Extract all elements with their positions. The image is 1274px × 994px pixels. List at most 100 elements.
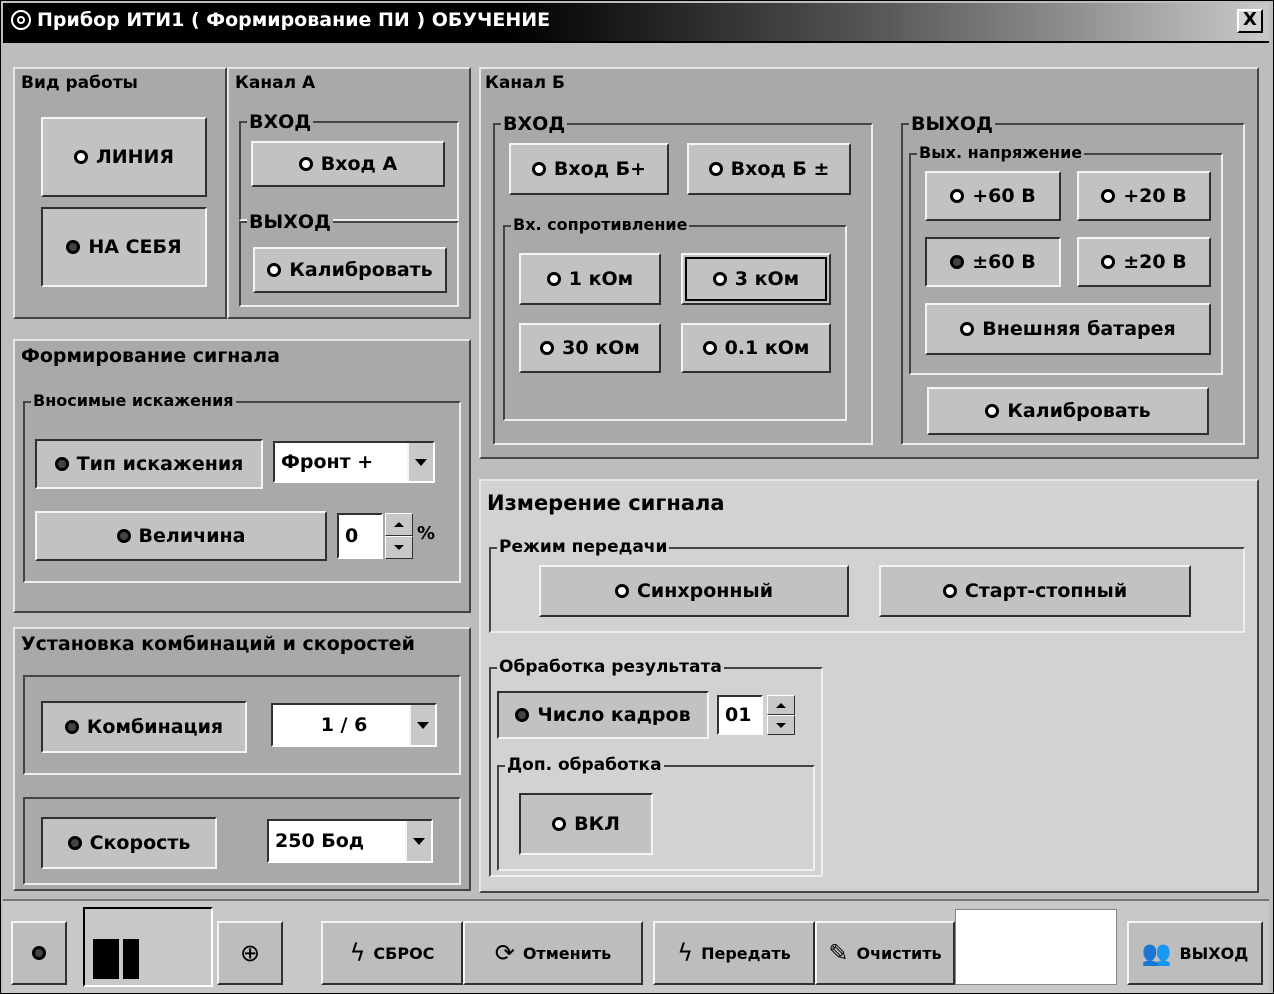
kadry-button[interactable]: Число кадров <box>497 691 709 739</box>
kanal-a-kalibr-button[interactable]: Калибровать <box>253 247 447 293</box>
velichina-input[interactable]: 0 <box>337 513 383 559</box>
app-window: Прибор ИТИ1 ( Формирование ПИ ) ОБУЧЕНИЕ… <box>0 0 1274 994</box>
zoom-button[interactable]: ⊕ <box>217 921 283 985</box>
obrabotka-group: Обработка результата Число кадров 01 Доп… <box>489 657 823 877</box>
indicator-button[interactable] <box>11 921 67 985</box>
kadry-input[interactable]: 01 <box>717 695 763 735</box>
kanal-b-kalibr-button[interactable]: Калибровать <box>927 387 1209 435</box>
skorost-button[interactable]: Скорость <box>41 817 217 869</box>
velichina-label: Величина <box>138 525 246 547</box>
skorost-label: Скорость <box>89 832 191 854</box>
r1-button[interactable]: 1 кОм <box>519 253 661 305</box>
sopr-group: Вх. сопротивление 1 кОм 3 кОм 30 кОм 0.1… <box>503 215 847 421</box>
liniya-button[interactable]: ЛИНИЯ <box>41 117 207 197</box>
window-title: Прибор ИТИ1 ( Формирование ПИ ) ОБУЧЕНИЕ <box>37 9 551 31</box>
vhod-b-plus-label: Вход Б+ <box>553 158 647 180</box>
napr-group: Вых. напряжение +60 В +20 В ±60 В ±20 В … <box>909 143 1223 375</box>
tip-label: Тип искажения <box>76 453 244 475</box>
radio-icon <box>32 946 46 960</box>
sbros-label: СБРОС <box>373 943 435 963</box>
radio-icon <box>960 322 975 336</box>
vhod-b-pm-button[interactable]: Вход Б ± <box>687 143 851 195</box>
vyhod-label: ВЫХОД <box>1179 943 1249 963</box>
spin-up-icon[interactable] <box>385 513 413 536</box>
spin-down-icon[interactable] <box>767 715 795 735</box>
radio-icon <box>552 817 567 831</box>
close-button[interactable]: X <box>1237 9 1263 33</box>
vhod-b-plus-button[interactable]: Вход Б+ <box>509 143 669 195</box>
kanal-b-panel: Канал Б ВХОД Вход Б+ Вход Б ± Вх. сопрот… <box>479 67 1259 459</box>
tip-iskazheniya-select[interactable]: Фронт + <box>273 441 435 483</box>
r01-label: 0.1 кОм <box>724 337 810 359</box>
radio-icon <box>712 272 727 286</box>
vkl-label: ВКЛ <box>574 813 620 835</box>
ochistit-button[interactable]: ✎ Очистить <box>815 921 955 985</box>
vpm60-button[interactable]: ±60 В <box>925 237 1061 287</box>
startstop-label: Старт-стопный <box>964 580 1128 602</box>
rezhim-label: Режим передачи <box>497 537 670 557</box>
kadry-spinner[interactable] <box>767 695 795 735</box>
iskazheniya-group: Вносимые искажения Тип искажения Фронт +… <box>23 391 461 583</box>
vkl-button[interactable]: ВКЛ <box>519 793 653 855</box>
zoom-in-icon: ⊕ <box>239 939 261 967</box>
radio-icon <box>1101 189 1116 203</box>
radio-icon <box>985 404 1000 418</box>
chevron-down-icon[interactable] <box>409 705 435 745</box>
kombinaciya-value: 1 / 6 <box>320 714 368 736</box>
formirovanie-label: Формирование сигнала <box>19 345 282 367</box>
peredat-label: Передать <box>701 943 791 963</box>
izmerenie-panel: Измерение сигнала Режим передачи Синхрон… <box>479 479 1259 893</box>
r30-button[interactable]: 30 кОм <box>519 323 661 373</box>
chevron-down-icon[interactable] <box>407 443 433 481</box>
spin-up-icon[interactable] <box>767 695 795 715</box>
obrabotka-label: Обработка результата <box>497 657 724 677</box>
spin-down-icon[interactable] <box>385 536 413 559</box>
r3-button[interactable]: 3 кОм <box>681 253 831 305</box>
v60-button[interactable]: +60 В <box>925 171 1061 221</box>
kombinaciya-select[interactable]: 1 / 6 <box>271 703 437 747</box>
velichina-spinner[interactable] <box>385 513 413 559</box>
brush-icon: ✎ <box>828 939 849 967</box>
tip-value: Фронт + <box>281 451 374 473</box>
refresh-icon: ⟳ <box>494 939 515 967</box>
izmerenie-label: Измерение сигнала <box>485 491 727 515</box>
radio-icon <box>614 584 629 598</box>
radio-icon <box>66 240 81 254</box>
vpm20-button[interactable]: ±20 В <box>1077 237 1211 287</box>
sync-button[interactable]: Синхронный <box>539 565 849 617</box>
radio-icon <box>702 341 717 355</box>
vyhod-button[interactable]: 👥 ВЫХОД <box>1127 921 1263 985</box>
sync-label: Синхронный <box>636 580 774 602</box>
peredat-button[interactable]: ϟ Передать <box>653 921 815 985</box>
kanal-a-vhod-group: ВХОД Вход А <box>239 111 459 221</box>
sbros-button[interactable]: ϟ СБРОС <box>321 921 463 985</box>
otmenit-button[interactable]: ⟳ Отменить <box>463 921 643 985</box>
skorost-select[interactable]: 250 Бод <box>267 819 433 863</box>
signal-preview <box>83 907 213 987</box>
tip-iskazheniya-button[interactable]: Тип искажения <box>35 439 263 489</box>
radio-icon <box>1101 255 1116 269</box>
kadry-label: Число кадров <box>537 704 691 726</box>
kalibr-label: Калибровать <box>289 259 433 281</box>
na-sebya-label: НА СЕБЯ <box>88 236 182 258</box>
r01-button[interactable]: 0.1 кОм <box>681 323 831 373</box>
lightning-icon: ϟ <box>349 939 366 967</box>
kanal-b-vhod-label: ВХОД <box>501 113 568 135</box>
kanal-a-vyhod-group: ВЫХОД Калибровать <box>239 211 459 307</box>
vid-raboty-label: Вид работы <box>19 73 140 93</box>
velichina-button[interactable]: Величина <box>35 511 327 561</box>
startstop-button[interactable]: Старт-стопный <box>879 565 1191 617</box>
v20-button[interactable]: +20 В <box>1077 171 1211 221</box>
kombinaciya-button[interactable]: Комбинация <box>41 701 247 753</box>
battery-button[interactable]: Внешняя батарея <box>925 303 1211 355</box>
r1-label: 1 кОм <box>568 268 634 290</box>
vhod-a-button[interactable]: Вход А <box>251 141 445 187</box>
kanal-a-vyhod-label: ВЫХОД <box>247 211 333 233</box>
radio-icon <box>531 162 546 176</box>
bars-icon <box>93 939 143 979</box>
chevron-down-icon[interactable] <box>405 821 431 861</box>
sopr-label: Вх. сопротивление <box>511 215 690 234</box>
radio-icon <box>67 836 82 850</box>
na-sebya-button[interactable]: НА СЕБЯ <box>41 207 207 287</box>
r30-label: 30 кОм <box>562 337 640 359</box>
